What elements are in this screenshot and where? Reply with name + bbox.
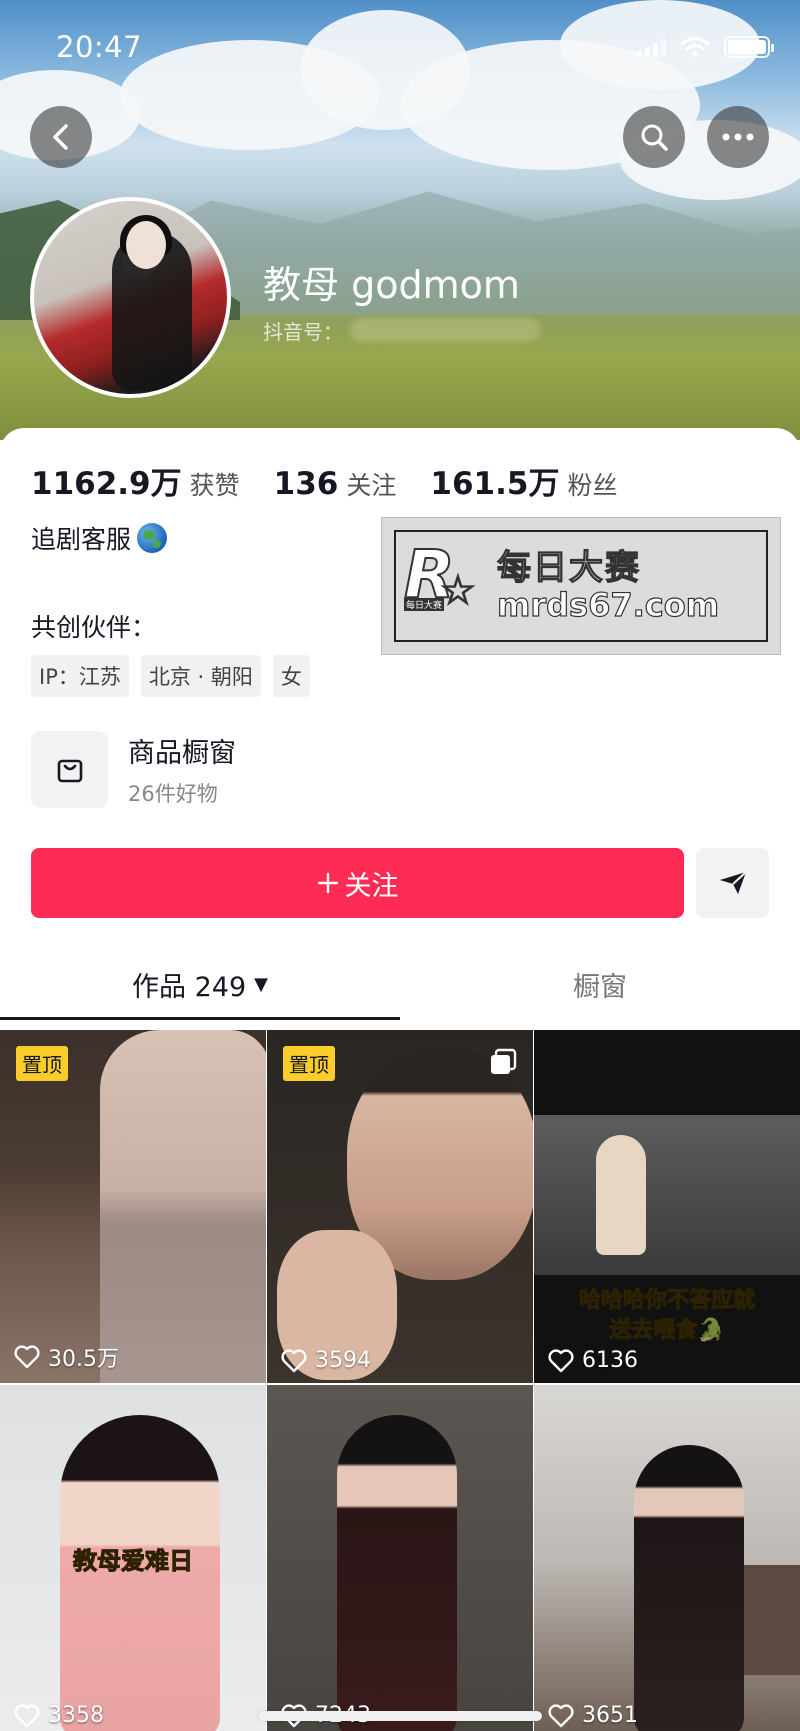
share-button[interactable] bbox=[696, 848, 769, 918]
video-caption: 教母爱难日 bbox=[73, 1546, 194, 1575]
star-icon: ☆ bbox=[439, 567, 476, 615]
send-icon bbox=[719, 871, 747, 894]
avatar[interactable] bbox=[30, 197, 231, 398]
video-grid: 置顶 30.5万 置顶 3594 哈哈哈你不答应就 送去喂食🐊 6136 教母爱… bbox=[0, 1030, 800, 1731]
shopping-bag-icon bbox=[31, 731, 108, 808]
shop-subtitle: 26件好物 bbox=[128, 782, 218, 806]
video-likes: 3651 bbox=[548, 1703, 638, 1728]
stat-value: 136 bbox=[273, 466, 339, 502]
profile-nickname: 教母 godmom bbox=[263, 263, 520, 307]
stat-value: 1162.9万 bbox=[31, 466, 182, 502]
caret-down-icon: ▼ bbox=[254, 973, 268, 995]
video-likes: 6136 bbox=[548, 1348, 638, 1373]
pinned-badge: 置顶 bbox=[16, 1046, 68, 1081]
more-dots-icon bbox=[722, 133, 754, 141]
stat-value: 161.5万 bbox=[430, 466, 560, 502]
video-thumbnail[interactable]: 3651 bbox=[534, 1385, 800, 1731]
stat-following[interactable]: 136 关注 bbox=[274, 466, 397, 502]
plus-icon bbox=[317, 872, 338, 894]
heart-icon bbox=[548, 1348, 574, 1372]
video-likes: 3594 bbox=[281, 1348, 371, 1373]
tag-ip: IP：江苏 bbox=[31, 655, 129, 697]
tab-works-label: 作品 249 bbox=[132, 971, 247, 1003]
heart-icon bbox=[281, 1348, 307, 1372]
video-thumbnail[interactable]: 教母爱难日 3358 bbox=[0, 1385, 266, 1731]
watermark-line2: mrds67.com bbox=[496, 585, 720, 624]
video-caption: 哈哈哈你不答应就 送去喂食🐊 bbox=[578, 1287, 755, 1343]
more-button[interactable] bbox=[707, 106, 769, 168]
shop-title: 商品橱窗 bbox=[128, 738, 236, 769]
search-button[interactable] bbox=[623, 106, 685, 168]
like-count: 30.5万 bbox=[48, 1347, 119, 1372]
signal-icon bbox=[637, 37, 666, 57]
status-time: 20:47 bbox=[56, 30, 143, 64]
chevron-left-icon bbox=[53, 124, 68, 150]
content-tabs: 作品 249 ▼ 橱窗 bbox=[0, 948, 800, 1020]
heart-icon bbox=[14, 1345, 40, 1369]
stat-label: 获赞 bbox=[189, 471, 240, 500]
pinned-badge: 置顶 bbox=[283, 1046, 335, 1081]
status-icons bbox=[637, 36, 774, 58]
video-likes: 30.5万 bbox=[14, 1341, 119, 1373]
like-count: 3358 bbox=[48, 1703, 104, 1728]
heart-icon bbox=[14, 1703, 40, 1727]
video-thumbnail[interactable]: 置顶 3594 bbox=[267, 1030, 533, 1383]
tag-location: 北京 · 朝阳 bbox=[140, 655, 261, 697]
follow-button[interactable]: 关注 bbox=[31, 848, 684, 918]
globe-icon bbox=[137, 523, 168, 553]
tab-works[interactable]: 作品 249 ▼ bbox=[0, 948, 400, 1020]
douyin-id-redacted bbox=[350, 318, 540, 342]
bio-text: 追剧客服 bbox=[31, 525, 132, 554]
watermark-badge: 每日大赛 bbox=[404, 598, 445, 611]
profile-stats: 1162.9万 获赞 136 关注 161.5万 粉丝 bbox=[31, 458, 651, 503]
multi-image-icon bbox=[491, 1048, 517, 1074]
video-thumbnail[interactable]: 哈哈哈你不答应就 送去喂食🐊 6136 bbox=[534, 1030, 800, 1383]
home-indicator[interactable] bbox=[258, 1711, 542, 1721]
stat-likes: 1162.9万 获赞 bbox=[31, 458, 240, 503]
video-thumbnail[interactable]: 7243 bbox=[267, 1385, 533, 1731]
stat-followers[interactable]: 161.5万 粉丝 bbox=[430, 458, 617, 503]
shop-window-entry[interactable]: 商品橱窗 26件好物 bbox=[31, 731, 236, 808]
wifi-icon bbox=[680, 37, 710, 57]
tag-gender: 女 bbox=[272, 655, 310, 697]
like-count: 3594 bbox=[315, 1348, 371, 1373]
profile-tags: IP：江苏 北京 · 朝阳 女 bbox=[31, 655, 310, 697]
like-count: 6136 bbox=[582, 1348, 638, 1373]
back-button[interactable] bbox=[30, 106, 92, 168]
bio: 追剧客服 bbox=[31, 520, 168, 556]
heart-icon bbox=[548, 1703, 574, 1727]
douyin-id-label[interactable]: 抖音号： bbox=[263, 316, 343, 345]
search-icon bbox=[641, 124, 668, 151]
battery-icon bbox=[724, 36, 774, 58]
tab-shop-window[interactable]: 橱窗 bbox=[400, 948, 800, 1020]
video-likes: 3358 bbox=[14, 1703, 104, 1728]
cocreate-label[interactable]: 共创伙伴： bbox=[31, 608, 156, 644]
video-thumbnail[interactable]: 置顶 30.5万 bbox=[0, 1030, 266, 1383]
tab-shop-window-label: 橱窗 bbox=[573, 971, 627, 1003]
stat-label: 粉丝 bbox=[567, 471, 618, 500]
stat-label: 关注 bbox=[346, 471, 397, 500]
follow-label: 关注 bbox=[344, 870, 399, 902]
watermark-line1: 每日大赛 bbox=[496, 547, 641, 588]
like-count: 3651 bbox=[582, 1703, 638, 1728]
watermark-overlay: R ☆ 每日大赛 每日大赛 mrds67.com bbox=[381, 517, 781, 655]
